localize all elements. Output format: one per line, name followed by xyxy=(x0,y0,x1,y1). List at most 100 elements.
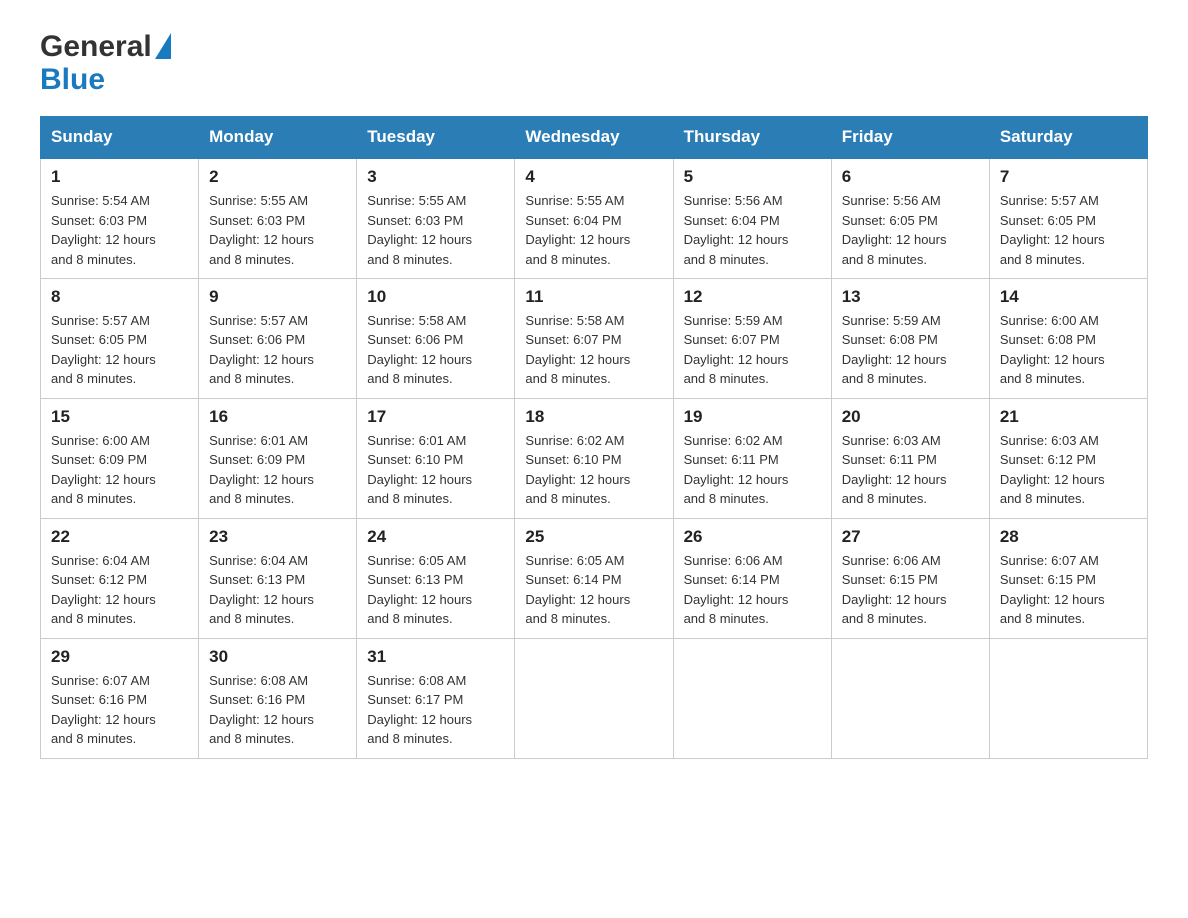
day-info: Sunrise: 6:06 AMSunset: 6:15 PMDaylight:… xyxy=(842,553,947,627)
day-number: 21 xyxy=(1000,407,1137,427)
day-info: Sunrise: 5:56 AMSunset: 6:05 PMDaylight:… xyxy=(842,193,947,267)
day-number: 18 xyxy=(525,407,662,427)
day-info: Sunrise: 6:06 AMSunset: 6:14 PMDaylight:… xyxy=(684,553,789,627)
day-number: 28 xyxy=(1000,527,1137,547)
calendar-cell: 27 Sunrise: 6:06 AMSunset: 6:15 PMDaylig… xyxy=(831,518,989,638)
day-number: 17 xyxy=(367,407,504,427)
day-info: Sunrise: 6:00 AMSunset: 6:08 PMDaylight:… xyxy=(1000,313,1105,387)
calendar-cell: 17 Sunrise: 6:01 AMSunset: 6:10 PMDaylig… xyxy=(357,398,515,518)
day-info: Sunrise: 5:55 AMSunset: 6:04 PMDaylight:… xyxy=(525,193,630,267)
day-number: 29 xyxy=(51,647,188,667)
header-thursday: Thursday xyxy=(673,117,831,159)
logo: General Blue xyxy=(40,30,171,96)
calendar-week-row: 29 Sunrise: 6:07 AMSunset: 6:16 PMDaylig… xyxy=(41,638,1148,758)
calendar-cell: 5 Sunrise: 5:56 AMSunset: 6:04 PMDayligh… xyxy=(673,158,831,278)
day-info: Sunrise: 5:57 AMSunset: 6:05 PMDaylight:… xyxy=(51,313,156,387)
logo-text: General Blue xyxy=(40,30,171,96)
calendar-cell xyxy=(515,638,673,758)
calendar-week-row: 8 Sunrise: 5:57 AMSunset: 6:05 PMDayligh… xyxy=(41,278,1148,398)
day-number: 22 xyxy=(51,527,188,547)
day-info: Sunrise: 5:57 AMSunset: 6:06 PMDaylight:… xyxy=(209,313,314,387)
day-number: 2 xyxy=(209,167,346,187)
calendar-cell xyxy=(673,638,831,758)
day-number: 10 xyxy=(367,287,504,307)
calendar-cell: 23 Sunrise: 6:04 AMSunset: 6:13 PMDaylig… xyxy=(199,518,357,638)
calendar-cell: 15 Sunrise: 6:00 AMSunset: 6:09 PMDaylig… xyxy=(41,398,199,518)
calendar-cell: 6 Sunrise: 5:56 AMSunset: 6:05 PMDayligh… xyxy=(831,158,989,278)
day-info: Sunrise: 6:08 AMSunset: 6:17 PMDaylight:… xyxy=(367,673,472,747)
day-number: 24 xyxy=(367,527,504,547)
day-number: 13 xyxy=(842,287,979,307)
calendar-cell: 26 Sunrise: 6:06 AMSunset: 6:14 PMDaylig… xyxy=(673,518,831,638)
calendar-cell: 30 Sunrise: 6:08 AMSunset: 6:16 PMDaylig… xyxy=(199,638,357,758)
header-tuesday: Tuesday xyxy=(357,117,515,159)
day-info: Sunrise: 5:58 AMSunset: 6:06 PMDaylight:… xyxy=(367,313,472,387)
day-info: Sunrise: 6:00 AMSunset: 6:09 PMDaylight:… xyxy=(51,433,156,507)
day-info: Sunrise: 6:03 AMSunset: 6:11 PMDaylight:… xyxy=(842,433,947,507)
calendar-cell: 18 Sunrise: 6:02 AMSunset: 6:10 PMDaylig… xyxy=(515,398,673,518)
day-number: 25 xyxy=(525,527,662,547)
calendar-cell: 21 Sunrise: 6:03 AMSunset: 6:12 PMDaylig… xyxy=(989,398,1147,518)
calendar-table: SundayMondayTuesdayWednesdayThursdayFrid… xyxy=(40,116,1148,759)
calendar-cell: 31 Sunrise: 6:08 AMSunset: 6:17 PMDaylig… xyxy=(357,638,515,758)
day-info: Sunrise: 6:03 AMSunset: 6:12 PMDaylight:… xyxy=(1000,433,1105,507)
day-number: 30 xyxy=(209,647,346,667)
day-number: 23 xyxy=(209,527,346,547)
day-number: 31 xyxy=(367,647,504,667)
calendar-cell xyxy=(989,638,1147,758)
day-number: 26 xyxy=(684,527,821,547)
day-number: 7 xyxy=(1000,167,1137,187)
day-info: Sunrise: 5:54 AMSunset: 6:03 PMDaylight:… xyxy=(51,193,156,267)
calendar-cell: 12 Sunrise: 5:59 AMSunset: 6:07 PMDaylig… xyxy=(673,278,831,398)
day-number: 1 xyxy=(51,167,188,187)
day-info: Sunrise: 6:01 AMSunset: 6:10 PMDaylight:… xyxy=(367,433,472,507)
day-info: Sunrise: 6:07 AMSunset: 6:16 PMDaylight:… xyxy=(51,673,156,747)
day-info: Sunrise: 5:59 AMSunset: 6:07 PMDaylight:… xyxy=(684,313,789,387)
day-info: Sunrise: 6:08 AMSunset: 6:16 PMDaylight:… xyxy=(209,673,314,747)
day-info: Sunrise: 6:04 AMSunset: 6:13 PMDaylight:… xyxy=(209,553,314,627)
calendar-cell: 24 Sunrise: 6:05 AMSunset: 6:13 PMDaylig… xyxy=(357,518,515,638)
calendar-cell xyxy=(831,638,989,758)
day-info: Sunrise: 5:55 AMSunset: 6:03 PMDaylight:… xyxy=(209,193,314,267)
calendar-header-row: SundayMondayTuesdayWednesdayThursdayFrid… xyxy=(41,117,1148,159)
calendar-cell: 19 Sunrise: 6:02 AMSunset: 6:11 PMDaylig… xyxy=(673,398,831,518)
calendar-cell: 28 Sunrise: 6:07 AMSunset: 6:15 PMDaylig… xyxy=(989,518,1147,638)
day-number: 4 xyxy=(525,167,662,187)
calendar-cell: 7 Sunrise: 5:57 AMSunset: 6:05 PMDayligh… xyxy=(989,158,1147,278)
day-info: Sunrise: 6:02 AMSunset: 6:11 PMDaylight:… xyxy=(684,433,789,507)
day-info: Sunrise: 5:55 AMSunset: 6:03 PMDaylight:… xyxy=(367,193,472,267)
calendar-cell: 4 Sunrise: 5:55 AMSunset: 6:04 PMDayligh… xyxy=(515,158,673,278)
header-sunday: Sunday xyxy=(41,117,199,159)
day-info: Sunrise: 5:58 AMSunset: 6:07 PMDaylight:… xyxy=(525,313,630,387)
calendar-cell: 10 Sunrise: 5:58 AMSunset: 6:06 PMDaylig… xyxy=(357,278,515,398)
calendar-week-row: 22 Sunrise: 6:04 AMSunset: 6:12 PMDaylig… xyxy=(41,518,1148,638)
day-info: Sunrise: 6:07 AMSunset: 6:15 PMDaylight:… xyxy=(1000,553,1105,627)
logo-triangle-icon xyxy=(155,33,171,59)
page-header: General Blue xyxy=(40,30,1148,96)
day-number: 3 xyxy=(367,167,504,187)
calendar-cell: 8 Sunrise: 5:57 AMSunset: 6:05 PMDayligh… xyxy=(41,278,199,398)
day-info: Sunrise: 6:01 AMSunset: 6:09 PMDaylight:… xyxy=(209,433,314,507)
calendar-cell: 2 Sunrise: 5:55 AMSunset: 6:03 PMDayligh… xyxy=(199,158,357,278)
day-info: Sunrise: 6:05 AMSunset: 6:13 PMDaylight:… xyxy=(367,553,472,627)
day-info: Sunrise: 6:04 AMSunset: 6:12 PMDaylight:… xyxy=(51,553,156,627)
day-info: Sunrise: 6:05 AMSunset: 6:14 PMDaylight:… xyxy=(525,553,630,627)
day-number: 27 xyxy=(842,527,979,547)
logo-general: General xyxy=(40,30,152,63)
day-number: 9 xyxy=(209,287,346,307)
calendar-cell: 9 Sunrise: 5:57 AMSunset: 6:06 PMDayligh… xyxy=(199,278,357,398)
logo-blue: Blue xyxy=(40,63,171,96)
day-number: 11 xyxy=(525,287,662,307)
day-number: 8 xyxy=(51,287,188,307)
calendar-cell: 22 Sunrise: 6:04 AMSunset: 6:12 PMDaylig… xyxy=(41,518,199,638)
calendar-cell: 11 Sunrise: 5:58 AMSunset: 6:07 PMDaylig… xyxy=(515,278,673,398)
header-wednesday: Wednesday xyxy=(515,117,673,159)
day-info: Sunrise: 5:56 AMSunset: 6:04 PMDaylight:… xyxy=(684,193,789,267)
calendar-week-row: 1 Sunrise: 5:54 AMSunset: 6:03 PMDayligh… xyxy=(41,158,1148,278)
day-info: Sunrise: 5:57 AMSunset: 6:05 PMDaylight:… xyxy=(1000,193,1105,267)
header-saturday: Saturday xyxy=(989,117,1147,159)
calendar-cell: 16 Sunrise: 6:01 AMSunset: 6:09 PMDaylig… xyxy=(199,398,357,518)
day-number: 19 xyxy=(684,407,821,427)
calendar-cell: 29 Sunrise: 6:07 AMSunset: 6:16 PMDaylig… xyxy=(41,638,199,758)
calendar-week-row: 15 Sunrise: 6:00 AMSunset: 6:09 PMDaylig… xyxy=(41,398,1148,518)
